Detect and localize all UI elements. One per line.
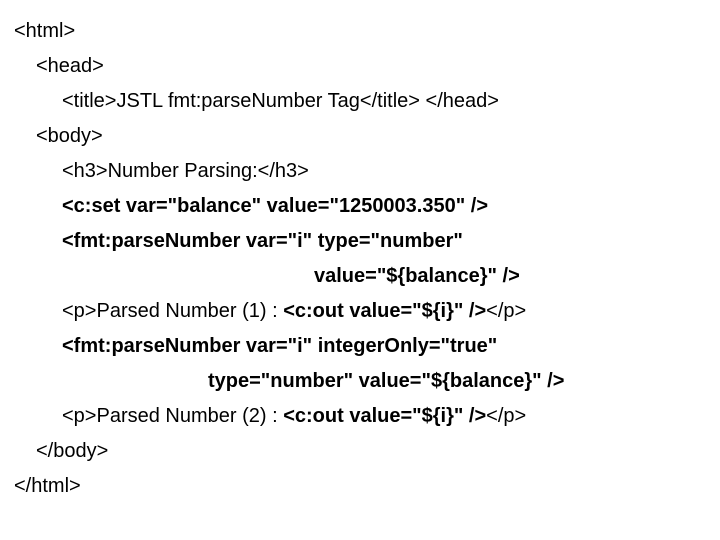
code-line: <h3>Number Parsing:</h3> — [14, 154, 706, 189]
tag-p-open: <p> — [62, 405, 96, 427]
fmtparse-cont-1: value="${balance}" /> — [314, 265, 520, 287]
code-line: type="number" value="${balance}" /> — [14, 364, 706, 399]
tag-p-open: <p> — [62, 300, 96, 322]
code-line: <p>Parsed Number (1) : <c:out value="${i… — [14, 294, 706, 329]
tag-h3-open: <h3> — [62, 160, 108, 182]
code-line: value="${balance}" /> — [14, 259, 706, 294]
code-line: <title>JSTL fmt:parseNumber Tag</title> … — [14, 84, 706, 119]
parsed-label-2: Parsed Number (2) : — [96, 405, 283, 427]
tag-p-close: </p> — [486, 405, 526, 427]
parsed-label-1: Parsed Number (1) : — [96, 300, 283, 322]
fmtparse-open-1: <fmt:parseNumber var="i" type="number" — [62, 230, 463, 252]
cout-1: <c:out value="${i}" /> — [283, 300, 486, 322]
code-line: <html> — [14, 14, 706, 49]
code-listing: <html> <head> <title>JSTL fmt:parseNumbe… — [0, 0, 720, 518]
tag-p-close: </p> — [486, 300, 526, 322]
code-line: <fmt:parseNumber var="i" type="number" — [14, 224, 706, 259]
cset-tag: <c:set var="balance" value="1250003.350"… — [62, 195, 488, 217]
code-line: <p>Parsed Number (2) : <c:out value="${i… — [14, 399, 706, 434]
tag-head-open: <head> — [36, 55, 104, 77]
tag-html-close: </html> — [14, 475, 81, 497]
code-line: <head> — [14, 49, 706, 84]
code-line: </html> — [14, 469, 706, 504]
code-line: <body> — [14, 119, 706, 154]
tag-title-close: </title> </head> — [360, 90, 499, 112]
title-text: JSTL fmt:parseNumber Tag — [116, 90, 359, 112]
code-line: <fmt:parseNumber var="i" integerOnly="tr… — [14, 329, 706, 364]
fmtparse-cont-2: type="number" value="${balance}" /> — [208, 370, 564, 392]
cout-2: <c:out value="${i}" /> — [283, 405, 486, 427]
code-line: </body> — [14, 434, 706, 469]
tag-html-open: <html> — [14, 20, 75, 42]
tag-body-open: <body> — [36, 125, 103, 147]
h3-text: Number Parsing: — [108, 160, 258, 182]
fmtparse-open-2: <fmt:parseNumber var="i" integerOnly="tr… — [62, 335, 497, 357]
tag-title-open: <title> — [62, 90, 116, 112]
code-line: <c:set var="balance" value="1250003.350"… — [14, 189, 706, 224]
tag-h3-close: </h3> — [258, 160, 309, 182]
tag-body-close: </body> — [36, 440, 108, 462]
